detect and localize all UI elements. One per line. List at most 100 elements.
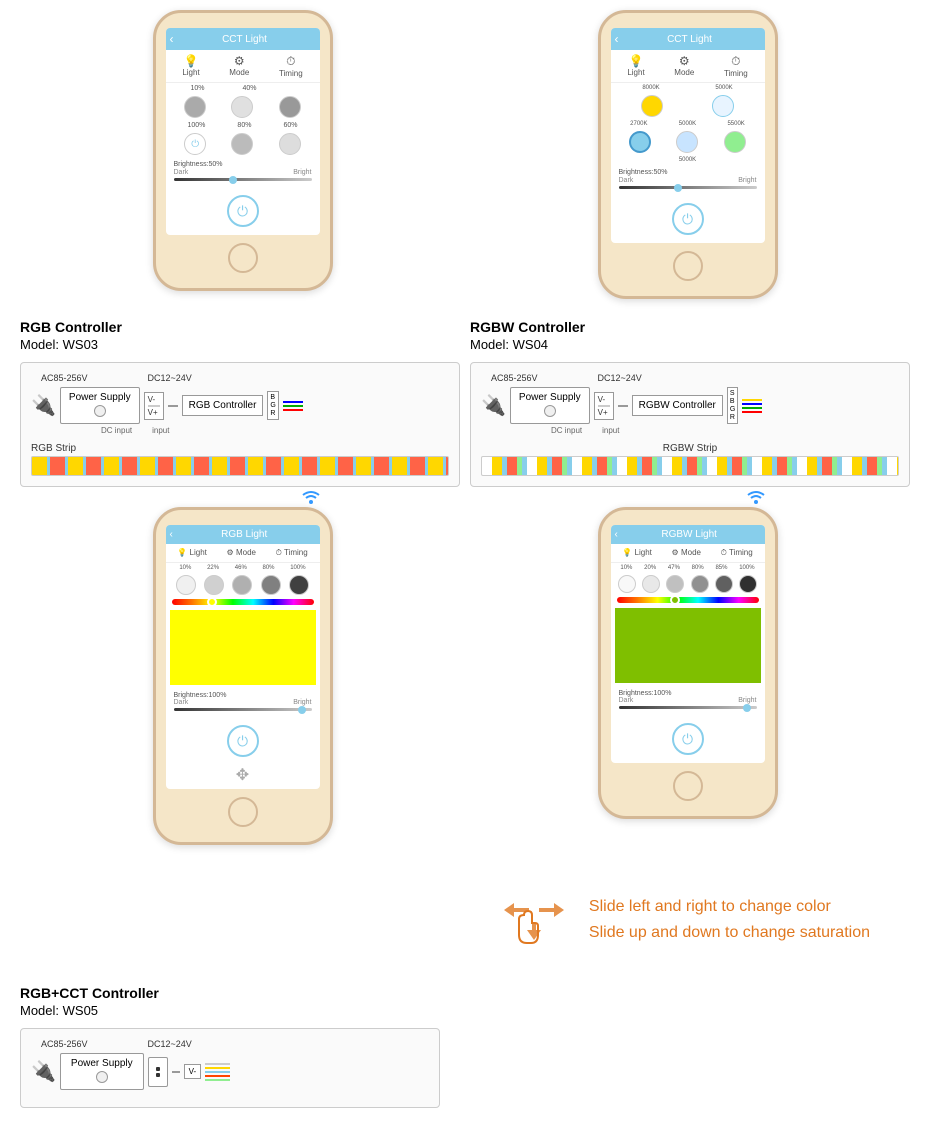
rgb-tab-light[interactable]: 💡 Light [177, 548, 207, 558]
rgbw-output-wires [742, 399, 762, 413]
tab-mode-1[interactable]: ⚙ Mode [229, 54, 249, 78]
color-bar-thumb[interactable] [207, 597, 217, 607]
rgbw-controller-model: Model: WS04 [470, 337, 910, 352]
rgbw-color-bar[interactable] [617, 597, 759, 603]
rgbw-color-bar-thumb[interactable] [670, 595, 680, 605]
slider-thumb-1[interactable] [229, 176, 237, 184]
tab-mode-2[interactable]: ⚙ Mode [674, 54, 694, 78]
rgb-app-title: RGB Light [221, 529, 267, 540]
rgbw-dcinput-label: DC input [551, 426, 582, 435]
gesture-text-2: Slide up and down to change saturation [589, 924, 870, 942]
rgbw-app-phone: ‹ RGBW Light 💡 Light ⚙ Mode [598, 507, 778, 819]
power-dot-1[interactable]: ⏻ [184, 133, 206, 155]
rgbw-ps-circle [544, 405, 556, 417]
power-button-2[interactable]: ⏻ [672, 203, 704, 235]
rgbw-controller-box-label: RGBW Controller [639, 400, 716, 411]
rgbw-plug-icon: 🔌 [481, 393, 506, 418]
rgb-slider-thumb[interactable] [298, 706, 306, 714]
mode-icon-2: ⚙ [674, 54, 694, 68]
rgb-tab-timing[interactable]: ⏱ Timing [276, 548, 308, 558]
controllers-row: RGB Controller Model: WS03 AC85-256V DC1… [20, 319, 910, 487]
top-phones-row: ‹ CCT Light 💡 Light ⚙ Mode [20, 10, 910, 299]
rgb-controller-title: RGB Controller [20, 319, 460, 335]
rgb-wiring-diagram: AC85-256V DC12~24V 🔌 Power Supply V- [20, 362, 460, 487]
rgbcct-diagram-main: 🔌 Power Supply [31, 1053, 429, 1090]
power-btn-area-1: ⏻ [166, 187, 320, 235]
rgbcct-power-supply-label: Power Supply [71, 1058, 133, 1069]
tab-timing-1[interactable]: ⏱ Timing [279, 54, 303, 78]
rgbw-brightness-slider: Brightness:100% Dark Bright [611, 686, 765, 715]
home-button-rgb[interactable] [228, 797, 258, 827]
screen-title-1: CCT Light [222, 34, 267, 45]
screen-title-2: CCT Light [667, 34, 712, 45]
rgb-brightness-dots [166, 573, 320, 597]
rgb-strip-row: RGB Strip [31, 443, 449, 476]
rgbcct-power-supply-box: Power Supply [60, 1053, 144, 1090]
rgbw-controller-block: RGBW Controller Model: WS04 AC85-256V DC… [470, 319, 910, 487]
back-arrow-1[interactable]: ‹ [170, 32, 174, 46]
gesture-text-1: Slide left and right to change color [589, 898, 870, 916]
rgbw-tab-light[interactable]: 💡 Light [622, 548, 652, 558]
home-button-1[interactable] [228, 243, 258, 273]
rgb-controller-model: Model: WS03 [20, 337, 460, 352]
phone-mockup-rgbw: ‹ RGBW Light 💡 Light ⚙ Mode [598, 507, 778, 819]
rgbcct-dc-label: DC12~24V [148, 1039, 192, 1049]
phone-screen-1: ‹ CCT Light 💡 Light ⚙ Mode [166, 28, 320, 235]
phone-screen-rgb: ‹ RGB Light 💡 Light ⚙ Mode [166, 525, 320, 789]
rgb-output-wires [283, 401, 303, 411]
rgbw-slider-thumb[interactable] [743, 704, 751, 712]
rgb-ac-label: AC85-256V [41, 373, 88, 383]
screen-header-1: ‹ CCT Light [166, 28, 320, 50]
rgb-tab-mode[interactable]: ⚙ Mode [227, 548, 256, 558]
rgb-color-swatch [170, 610, 316, 685]
rgbcct-terminal: V- [184, 1064, 202, 1079]
home-button-rgbw[interactable] [673, 771, 703, 801]
rgb-controller-box: RGB Controller [182, 395, 264, 416]
rgb-plug-icon: 🔌 [31, 393, 56, 418]
tab-light-1[interactable]: 💡 Light [182, 54, 199, 78]
rgb-color-bar[interactable] [172, 599, 314, 605]
light-icon-2: 💡 [627, 54, 644, 68]
back-arrow-2[interactable]: ‹ [615, 32, 619, 46]
rgb-power-button[interactable]: ⏻ [227, 725, 259, 757]
dot-lgray-1 [231, 96, 253, 118]
rgbw-controller-title: RGBW Controller [470, 319, 910, 335]
rgbw-dc-label: DC12~24V [598, 373, 642, 383]
home-button-2[interactable] [673, 251, 703, 281]
rgbw-slider-bar[interactable] [619, 706, 757, 709]
rgbw-ac-label: AC85-256V [491, 373, 538, 383]
rgbw-dc-connector: V- V+ [594, 392, 614, 420]
rgbw-power-button[interactable]: ⏻ [672, 723, 704, 755]
power-btn-area-2: ⏻ [611, 195, 765, 243]
rgbcct-plug-icon: 🔌 [31, 1059, 56, 1084]
rgb-slider-bar[interactable] [174, 708, 312, 711]
gesture-section: Slide left and right to change color Sli… [20, 865, 910, 975]
cct-phone-1: ‹ CCT Light 💡 Light ⚙ Mode [153, 10, 333, 291]
rgbw-power-supply-box: Power Supply [510, 387, 590, 424]
power-button-1[interactable]: ⏻ [227, 195, 259, 227]
tab-light-2[interactable]: 💡 Light [627, 54, 644, 78]
phone-mockup-1: ‹ CCT Light 💡 Light ⚙ Mode [153, 10, 333, 291]
rgbw-app-title: RGBW Light [661, 529, 717, 540]
rgbcct-wiring-diagram: AC85-256V DC12~24V 🔌 Power Supply [20, 1028, 440, 1108]
slider-bar-1[interactable] [174, 178, 312, 181]
rgbcct-connector [148, 1057, 168, 1087]
color-dots-top-1 [166, 94, 320, 120]
rgb-light-icon: 💡 [177, 548, 187, 557]
rgbcct-wires [205, 1063, 230, 1081]
rgbw-tab-mode[interactable]: ⚙ Mode [672, 548, 701, 558]
slider-bar-2[interactable] [619, 186, 757, 189]
rgb-timing-icon: ⏱ [276, 548, 282, 557]
cct-dot-3 [724, 131, 746, 153]
light-icon-1: 💡 [182, 54, 199, 68]
cct-dot-cool-1 [712, 95, 734, 117]
rgbw-app-tabs: 💡 Light ⚙ Mode ⏱ Timing [611, 544, 765, 563]
rgbw-timing-icon: ⏱ [721, 548, 727, 557]
rgb-output-terminals: B G R [267, 391, 278, 420]
screen-header-2: ‹ CCT Light [611, 28, 765, 50]
slider-thumb-2[interactable] [674, 184, 682, 192]
rgb-diagram-main: 🔌 Power Supply V- V+ [31, 387, 449, 424]
rgbw-tab-timing[interactable]: ⏱ Timing [721, 548, 753, 558]
tab-timing-2[interactable]: ⏱ Timing [724, 54, 748, 78]
phone-screen-rgbw: ‹ RGBW Light 💡 Light ⚙ Mode [611, 525, 765, 763]
